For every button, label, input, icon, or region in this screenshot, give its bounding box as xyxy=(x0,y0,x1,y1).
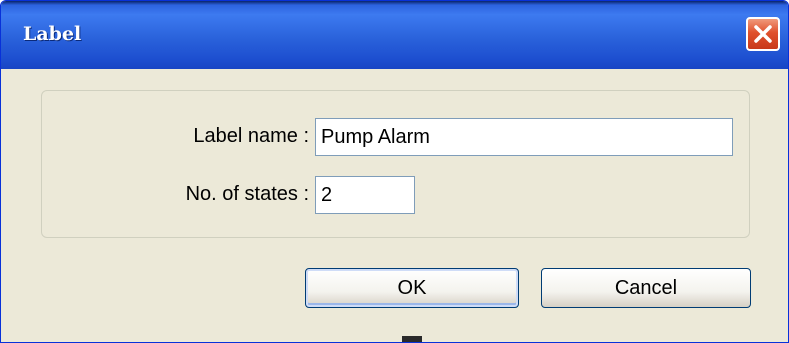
label-name-label: Label name : xyxy=(193,125,309,147)
close-icon xyxy=(754,25,772,43)
label-name-input[interactable] xyxy=(315,118,733,156)
title-bar[interactable]: Label xyxy=(1,1,788,69)
resize-grip[interactable] xyxy=(402,336,422,342)
num-states-label-cell: No. of states : xyxy=(42,175,309,215)
close-button[interactable] xyxy=(746,17,780,51)
dialog-title: Label xyxy=(23,23,82,45)
ok-button[interactable]: OK xyxy=(305,268,519,308)
label-name-label-cell: Label name : xyxy=(42,117,309,157)
cancel-button[interactable]: Cancel xyxy=(541,268,751,308)
label-settings-group: Label name : No. of states : xyxy=(41,90,750,238)
num-states-label: No. of states : xyxy=(185,183,309,205)
dialog-body: Label name : No. of states : OK Cancel xyxy=(6,69,783,342)
num-states-input[interactable] xyxy=(315,176,415,214)
label-dialog: Label Label name : No. of states : OK Ca… xyxy=(0,0,789,343)
